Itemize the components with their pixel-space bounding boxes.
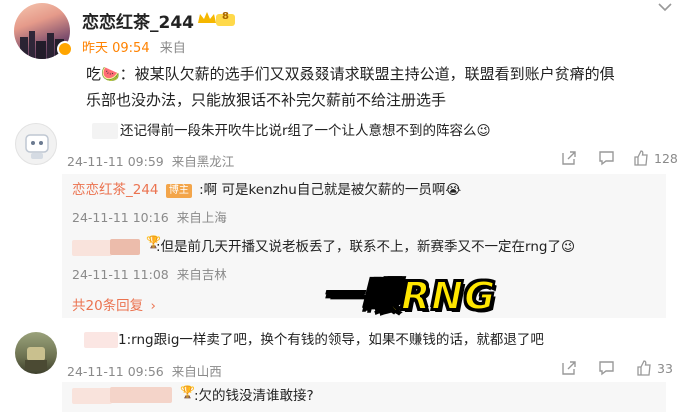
post-meta: 昨天 09:54 来自 bbox=[82, 37, 186, 56]
comment2-share-icon[interactable] bbox=[561, 360, 577, 376]
level-badge bbox=[196, 10, 236, 28]
comment2-like-count: 33 bbox=[657, 361, 673, 376]
post-time: 昨天 09:54 bbox=[82, 41, 150, 56]
post-text-line1: 吃🍉：被某队欠薪的选手们又双叒叕请求联盟主持公道，联盟看到账户贫瘠的俱 bbox=[86, 65, 615, 83]
comment1-username-blurred bbox=[92, 123, 118, 139]
chevron-right-icon: › bbox=[150, 298, 156, 314]
reply2-date: 24-11-11 11:08 bbox=[72, 267, 169, 282]
comment1-date: 24-11-11 09:59 bbox=[67, 154, 164, 169]
reply1-author-badge: 博主 bbox=[165, 184, 192, 198]
comment1-share-icon[interactable] bbox=[561, 150, 577, 166]
comment1-like-count: 128 bbox=[654, 151, 678, 166]
comment2-username-blurred bbox=[84, 332, 118, 348]
comment2-like-icon[interactable] bbox=[636, 360, 652, 376]
comment1-location: 来自黑龙江 bbox=[171, 154, 235, 169]
post-author-name[interactable]: 恋恋红茶_244 bbox=[82, 8, 194, 33]
comment2-text: 1:rng跟ig一样卖了吧，换个有钱的领导，如果不赚钱的话，就都退了吧 bbox=[118, 332, 544, 348]
comment2-reply-icon[interactable] bbox=[598, 360, 615, 376]
comment1-like-icon[interactable] bbox=[633, 150, 649, 166]
reply3-username-blurred-a bbox=[72, 388, 112, 404]
reply2-meta: 24-11-11 11:08 来自吉林 bbox=[72, 264, 227, 283]
reply1-line: 恋恋红茶_244 博主 :啊 可是kenzhu自己就是被欠薪的一员啊😭 bbox=[72, 180, 461, 200]
comment1-reply-icon[interactable] bbox=[598, 150, 615, 166]
more-chevron-icon[interactable] bbox=[658, 2, 672, 12]
comment2-avatar[interactable] bbox=[15, 332, 57, 374]
reply1-location: 来自上海 bbox=[176, 210, 227, 225]
reply3-username-blurred-b bbox=[110, 387, 172, 403]
reply1-date: 24-11-11 10:16 bbox=[72, 210, 169, 225]
reply2-username-blurred-a bbox=[72, 240, 112, 256]
overlay-caption: 一眼RNG bbox=[322, 273, 497, 319]
comment2-location: 来自山西 bbox=[171, 364, 222, 379]
more-replies-link[interactable]: 共20条回复 › bbox=[72, 294, 156, 314]
reply2-location: 来自吉林 bbox=[176, 267, 227, 282]
comment2-date: 24-11-11 09:56 bbox=[67, 364, 164, 379]
comment1-meta: 24-11-11 09:59 来自黑龙江 bbox=[67, 151, 234, 170]
more-replies-label: 共20条回复 bbox=[72, 298, 144, 314]
reply2-text: :但是前几天开播又说老板丢了，联系不上，新赛季又不一定在rng了😉 bbox=[156, 239, 576, 255]
post-source: 来自 bbox=[159, 41, 186, 56]
reply3-level-icon: 🏆 bbox=[180, 385, 195, 399]
comment2-meta: 24-11-11 09:56 来自山西 bbox=[67, 361, 222, 380]
post-text-line2: 乐部也没办法，只能放狠话不补完欠薪前不给注册选手 bbox=[86, 91, 447, 109]
reply3-text: :欠的钱没清谁敢接? bbox=[194, 388, 314, 404]
level-number: 8 bbox=[222, 11, 229, 22]
reply2-username-blurred-b bbox=[110, 239, 140, 255]
reply1-author[interactable]: 恋恋红茶_244 bbox=[72, 182, 159, 198]
reply1-text: :啊 可是kenzhu自己就是被欠薪的一员啊😭 bbox=[199, 182, 462, 198]
verified-badge-icon bbox=[57, 41, 73, 57]
comment1-avatar[interactable] bbox=[15, 123, 57, 165]
comment1-text: 还记得前一段朱开吹牛比说r组了一个让人意想不到的阵容么😉 bbox=[120, 123, 491, 139]
reply1-meta: 24-11-11 10:16 来自上海 bbox=[72, 207, 227, 226]
